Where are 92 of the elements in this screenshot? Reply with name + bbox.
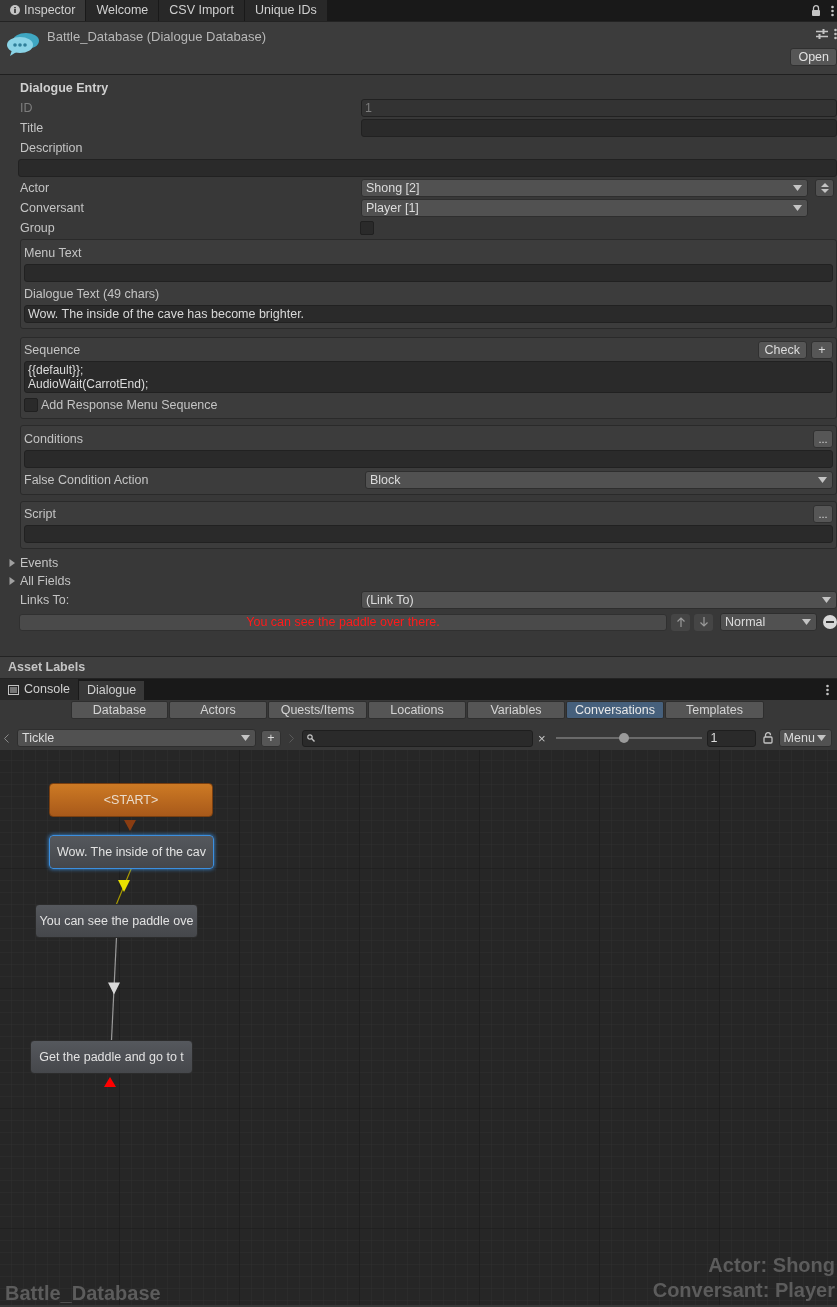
slider-thumb[interactable] bbox=[619, 733, 630, 743]
dialogue-node[interactable]: Get the paddle and go to t bbox=[30, 1040, 193, 1074]
dropdown[interactable]: (Link To) bbox=[361, 591, 837, 609]
dialogue-node[interactable]: You can see the paddle ove bbox=[35, 904, 198, 938]
field-label: Add Response Menu Sequence bbox=[41, 396, 218, 414]
caret-icon bbox=[822, 597, 831, 603]
field-label: Conversant bbox=[20, 199, 85, 217]
database-name: Battle_Database bbox=[5, 1282, 161, 1304]
field-label: Script bbox=[24, 505, 57, 523]
up-arrow-icon bbox=[675, 617, 686, 627]
connector-arrow[interactable] bbox=[108, 936, 120, 1041]
asset-title: Battle_Database (Dialogue Database) bbox=[47, 28, 266, 46]
toolbar-tab[interactable]: Quests/Items bbox=[268, 701, 367, 719]
chat-bubble-icon bbox=[6, 31, 40, 57]
stepper-button[interactable] bbox=[815, 179, 834, 197]
up-down-arrows-icon bbox=[820, 183, 829, 193]
caret-icon bbox=[241, 735, 250, 741]
toolbar-tab[interactable]: Locations bbox=[368, 701, 466, 719]
input-field[interactable] bbox=[24, 264, 833, 282]
down-arrow-icon bbox=[698, 617, 709, 627]
input-field[interactable]: Wow. The inside of the cave has become brighter. bbox=[24, 305, 833, 323]
section-heading[interactable]: Asset Labels bbox=[8, 658, 86, 677]
text-area[interactable]: {{default}}; AudioWait(CarrotEnd); bbox=[24, 361, 833, 393]
caret-icon bbox=[818, 477, 827, 483]
more-icon[interactable] bbox=[826, 683, 829, 696]
code-line: {{default}}; bbox=[28, 363, 85, 377]
add-button[interactable]: + bbox=[261, 729, 281, 747]
info-icon bbox=[10, 5, 20, 15]
input-field[interactable] bbox=[24, 450, 833, 468]
clear-button[interactable]: × bbox=[538, 731, 546, 745]
move-down-button[interactable] bbox=[694, 613, 713, 631]
caret-icon bbox=[802, 619, 811, 625]
panel-tab[interactable]: Inspector bbox=[0, 0, 87, 21]
panel-tab[interactable]: Unique IDs bbox=[244, 0, 328, 21]
field-label: Title bbox=[20, 119, 45, 137]
connector-arrow[interactable] bbox=[115, 867, 133, 905]
input-field[interactable]: 1 bbox=[706, 729, 756, 747]
toolbar-tab[interactable]: Conversations bbox=[566, 701, 664, 719]
search-field[interactable] bbox=[302, 729, 533, 747]
dropdown[interactable]: Block bbox=[365, 471, 833, 489]
checkbox[interactable] bbox=[360, 221, 374, 235]
settings-icon[interactable] bbox=[816, 28, 828, 40]
caret-icon bbox=[793, 205, 802, 211]
zoom-slider[interactable] bbox=[555, 732, 702, 744]
add-button[interactable]: + bbox=[811, 341, 833, 359]
field-label: Sequence bbox=[24, 341, 82, 359]
start-node[interactable]: <START> bbox=[49, 783, 213, 817]
search-icon bbox=[307, 734, 315, 742]
foldout[interactable]: All Fields bbox=[0, 572, 837, 590]
dropdown[interactable]: Player [1] bbox=[361, 199, 808, 217]
input-field[interactable] bbox=[24, 525, 833, 543]
move-up-button[interactable] bbox=[671, 613, 690, 631]
end-marker-icon bbox=[104, 1077, 116, 1087]
foldout[interactable]: Events bbox=[0, 554, 837, 572]
field-label: Dialogue Text (49 chars) bbox=[24, 285, 160, 303]
dropdown[interactable]: Normal bbox=[720, 613, 817, 631]
console-icon bbox=[8, 684, 19, 695]
lock-icon[interactable] bbox=[762, 732, 773, 744]
field-label: Description bbox=[20, 139, 84, 157]
field-label: Conditions bbox=[24, 430, 85, 448]
code-line: AudioWait(CarrotEnd); bbox=[28, 377, 150, 391]
section-heading: Dialogue Entry bbox=[20, 79, 109, 97]
more-icon[interactable] bbox=[831, 4, 834, 17]
panel-tab[interactable]: Console bbox=[0, 679, 79, 700]
toolbar-tab[interactable]: Variables bbox=[467, 701, 565, 719]
check-button[interactable]: Check bbox=[757, 341, 807, 359]
dropdown[interactable]: Tickle bbox=[17, 729, 256, 747]
toolbar-tab[interactable]: Database bbox=[71, 701, 168, 719]
field-label: Group bbox=[20, 219, 56, 237]
field-label: False Condition Action bbox=[24, 471, 150, 489]
more-icon[interactable] bbox=[834, 28, 837, 40]
field-label: Menu Text bbox=[24, 244, 82, 262]
field-label: Actor bbox=[20, 179, 51, 197]
toolbar-tab[interactable]: Templates bbox=[665, 701, 764, 719]
input-field[interactable]: 1 bbox=[361, 99, 837, 117]
caret-icon bbox=[816, 735, 826, 741]
remove-icon[interactable] bbox=[823, 615, 837, 629]
field-label: Links To: bbox=[20, 591, 71, 609]
more-button[interactable]: ... bbox=[813, 505, 833, 523]
field-label: ID bbox=[20, 99, 34, 117]
panel-tab[interactable]: CSV Import bbox=[159, 0, 245, 21]
more-button[interactable]: ... bbox=[813, 430, 833, 448]
dropdown[interactable]: Menu bbox=[778, 729, 832, 747]
panel-tab[interactable]: Dialogue bbox=[78, 679, 146, 700]
checkbox[interactable] bbox=[24, 398, 38, 412]
dialogue-node[interactable]: Wow. The inside of the cav bbox=[49, 835, 214, 869]
lock-icon[interactable] bbox=[811, 4, 821, 17]
caret-icon bbox=[793, 185, 802, 191]
open-button[interactable]: Open bbox=[790, 48, 837, 66]
dropdown[interactable]: Shong [2] bbox=[361, 179, 808, 197]
toolbar-tab[interactable]: Actors bbox=[169, 701, 267, 719]
panel-tab[interactable]: Welcome bbox=[86, 0, 160, 21]
